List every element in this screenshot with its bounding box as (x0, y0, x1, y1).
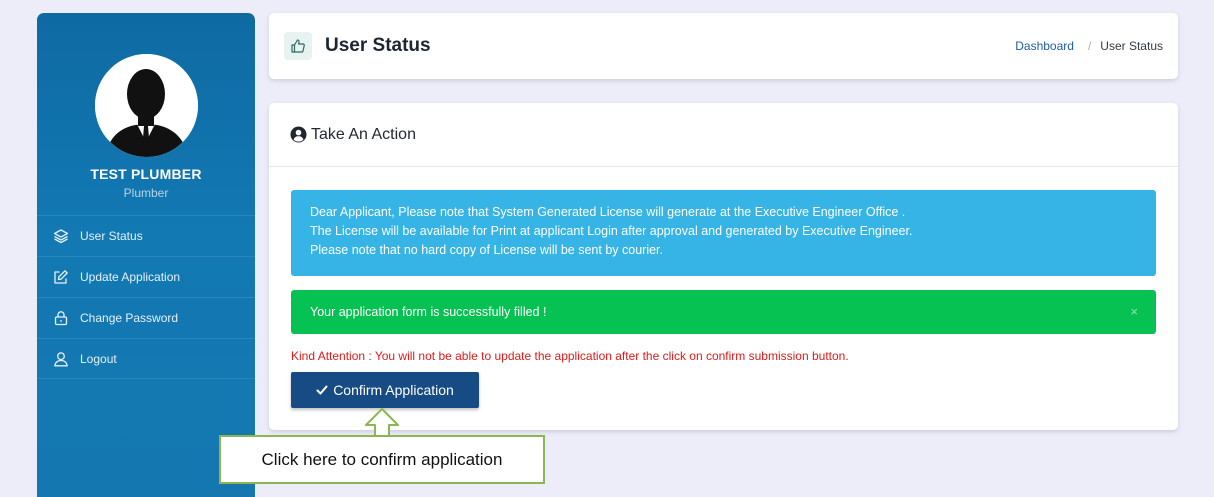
callout-arrow-icon (365, 408, 399, 438)
sidebar-menu: User Status Update Application Change Pa… (37, 215, 255, 379)
breadcrumb-dashboard-link[interactable]: Dashboard (1015, 39, 1074, 53)
page-title: User Status (325, 35, 431, 56)
breadcrumb-current: User Status (1100, 39, 1163, 53)
info-alert: Dear Applicant, Please note that System … (291, 190, 1156, 276)
sidebar-item-change-password[interactable]: Change Password (37, 297, 255, 338)
success-alert: Your application form is successfully fi… (291, 290, 1156, 334)
user-role: Plumber (123, 186, 169, 200)
info-line: Dear Applicant, Please note that System … (310, 205, 906, 219)
sidebar-item-logout[interactable]: Logout (37, 338, 255, 379)
person-silhouette-icon (95, 54, 198, 157)
user-icon (53, 351, 69, 367)
user-name: TEST PLUMBER (90, 166, 202, 182)
card-title: Take An Action (311, 125, 416, 143)
success-message: Your application form is successfully fi… (310, 305, 547, 319)
sidebar: TEST PLUMBER Plumber User Status Update … (37, 13, 255, 497)
action-card: Take An Action Dear Applicant, Please no… (269, 103, 1178, 430)
confirm-button-label: Confirm Application (333, 382, 454, 398)
sidebar-item-user-status[interactable]: User Status (37, 215, 255, 256)
attention-text: Kind Attention : You will not be able to… (291, 349, 849, 363)
card-header: Take An Action (269, 103, 1178, 167)
sidebar-item-update-application[interactable]: Update Application (37, 256, 255, 297)
lock-icon (53, 310, 69, 326)
instruction-callout: Click here to confirm application (219, 435, 545, 484)
info-line: Please note that no hard copy of License… (310, 243, 663, 257)
sidebar-item-label: Logout (80, 351, 117, 366)
sidebar-item-label: User Status (80, 229, 143, 243)
sidebar-item-label: Update Application (80, 270, 181, 284)
sidebar-item-label: Change Password (80, 311, 179, 325)
thumbs-up-icon (284, 32, 312, 60)
user-avatar (95, 54, 198, 157)
breadcrumb: Dashboard / User Status (1015, 39, 1163, 53)
page-header: User Status Dashboard / User Status (269, 13, 1178, 79)
edit-icon (53, 269, 69, 285)
close-icon[interactable]: × (1130, 304, 1138, 319)
confirm-application-button[interactable]: Confirm Application (291, 372, 479, 408)
user-circle-icon (290, 126, 307, 143)
layers-icon (53, 228, 69, 244)
breadcrumb-separator: / (1087, 39, 1092, 53)
info-line: The License will be available for Print … (310, 224, 913, 238)
check-icon (316, 384, 328, 396)
